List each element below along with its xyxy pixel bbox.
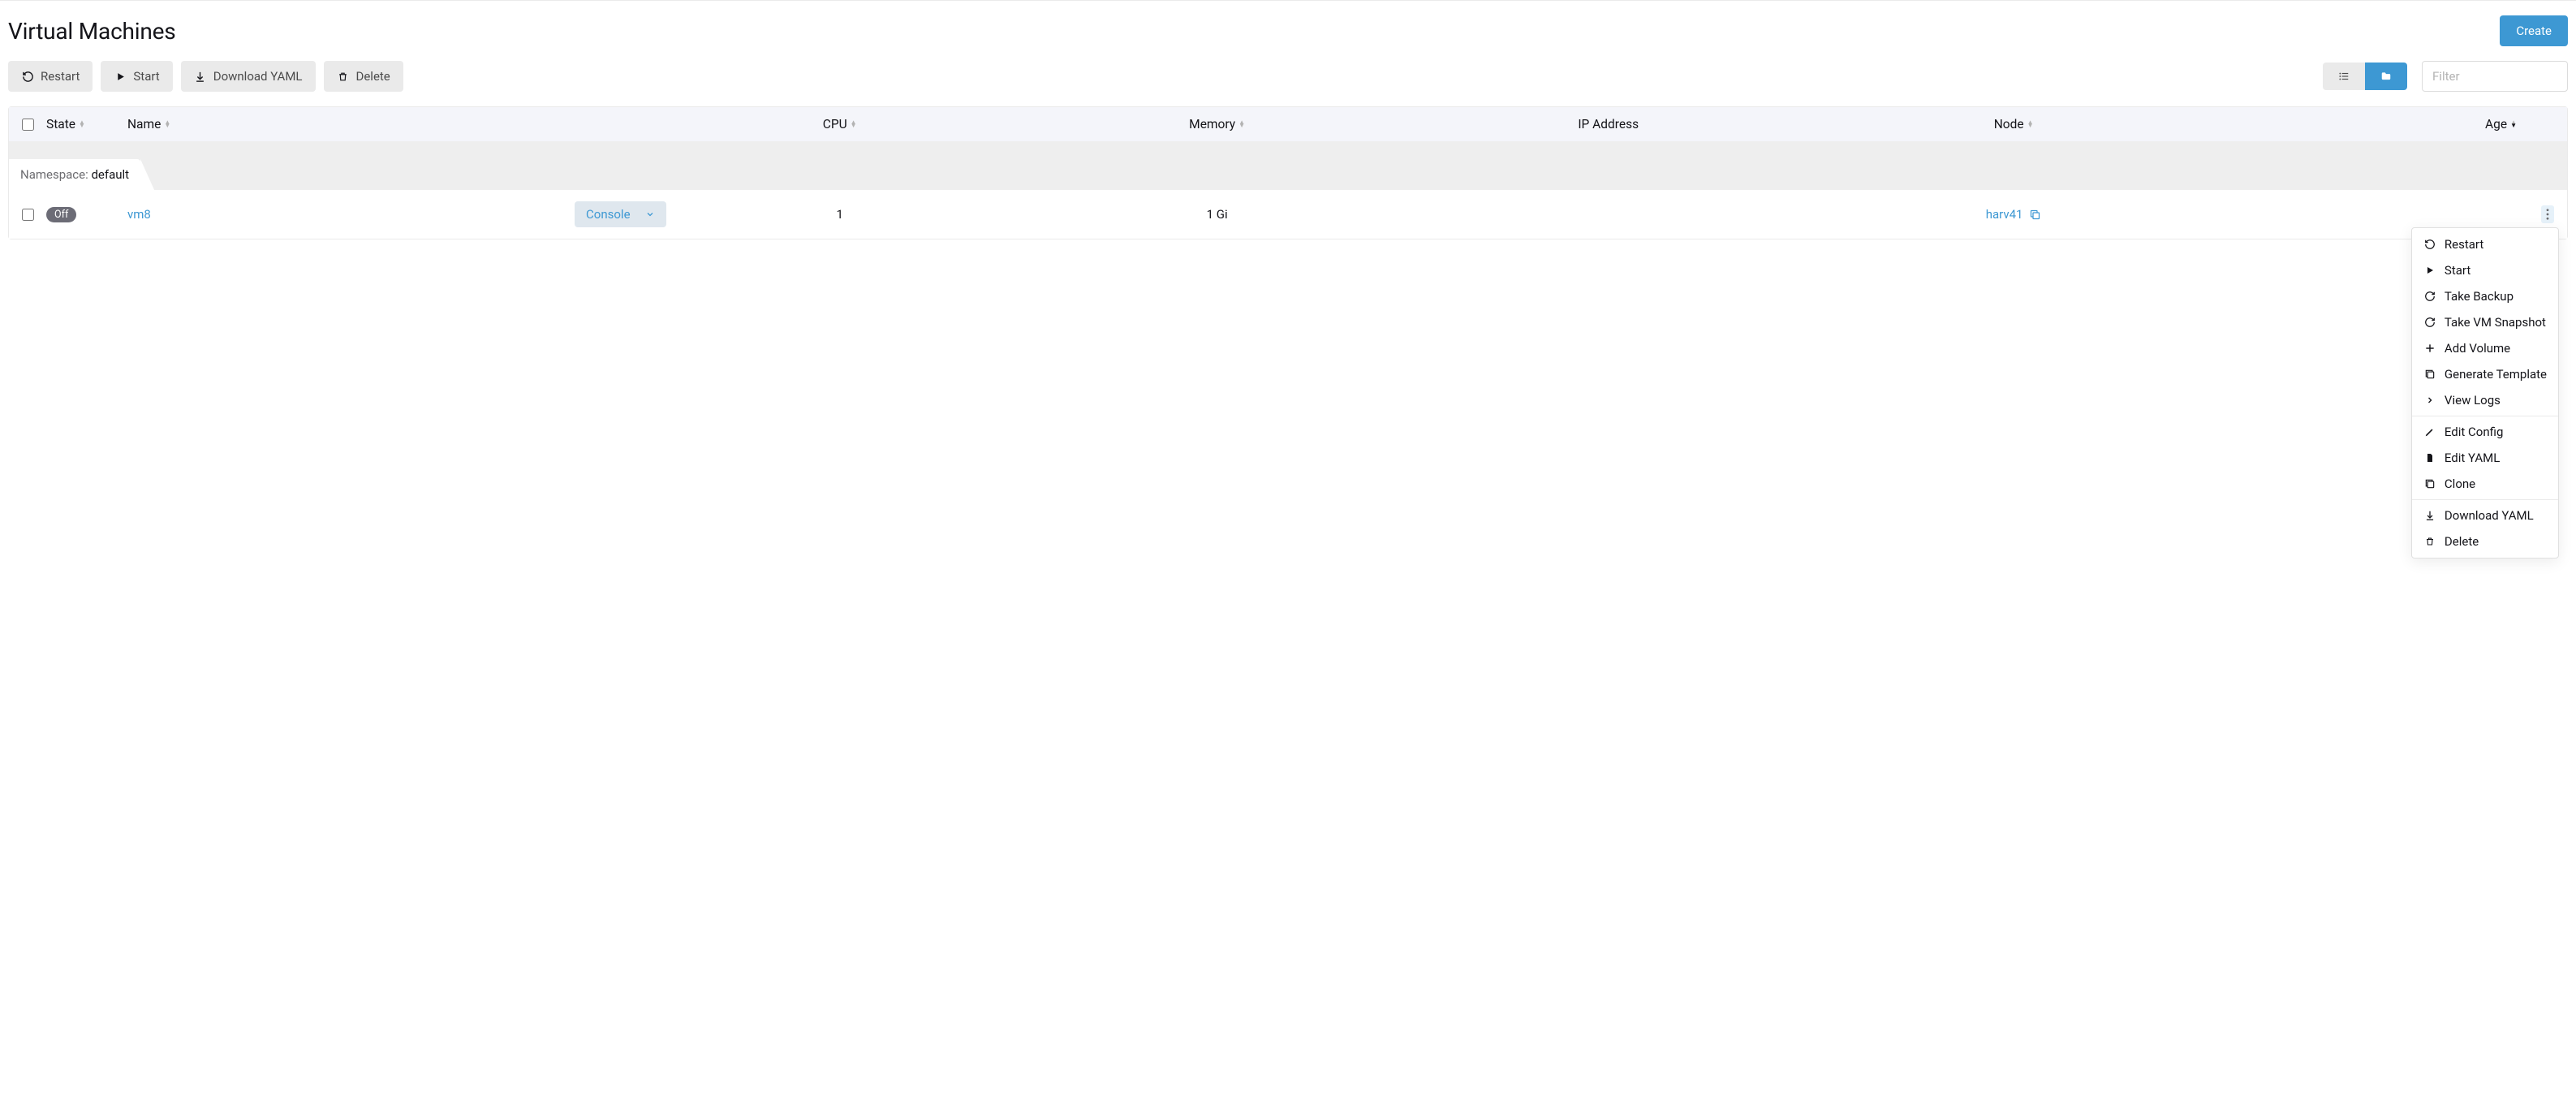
- chevron-down-icon: [645, 209, 655, 219]
- trash-icon: [2423, 536, 2436, 547]
- sort-icon: ▲▼: [79, 121, 85, 127]
- row-checkbox[interactable]: [22, 209, 34, 221]
- menu-take-backup[interactable]: Take Backup: [2412, 283, 2558, 309]
- column-memory[interactable]: Memory ▲▼: [1007, 117, 1427, 132]
- trash-icon: [337, 71, 350, 83]
- list-view-button[interactable]: [2323, 63, 2365, 90]
- column-node[interactable]: Node ▲▼: [1790, 117, 2238, 132]
- backup-icon: [2423, 291, 2436, 302]
- menu-generate-template[interactable]: Generate Template: [2412, 361, 2558, 387]
- download-icon: [194, 71, 207, 83]
- download-yaml-button[interactable]: Download YAML: [181, 61, 316, 92]
- sort-icon: ▲▼: [851, 121, 857, 127]
- list-icon: [2337, 71, 2350, 82]
- plus-icon: [2423, 343, 2436, 354]
- column-cpu[interactable]: CPU ▲▼: [672, 117, 1007, 132]
- play-icon: [114, 71, 127, 82]
- cell-memory: 1 Gi: [1007, 207, 1427, 222]
- copy-icon[interactable]: [2029, 209, 2041, 221]
- page-title: Virtual Machines: [8, 18, 176, 45]
- delete-label: Delete: [356, 69, 390, 84]
- status-badge: Off: [46, 207, 76, 222]
- cell-cpu: 1: [672, 207, 1007, 222]
- chevron-right-icon: [2423, 395, 2436, 405]
- menu-add-volume[interactable]: Add Volume: [2412, 335, 2558, 361]
- restart-button[interactable]: Restart: [8, 61, 93, 92]
- column-ip[interactable]: IP Address: [1427, 117, 1790, 132]
- create-button[interactable]: Create: [2500, 15, 2568, 46]
- start-label: Start: [133, 69, 159, 84]
- column-state[interactable]: State ▲▼: [46, 117, 127, 132]
- column-name[interactable]: Name ▲▼: [127, 117, 575, 132]
- sort-icon: ▲▼: [2027, 121, 2034, 127]
- download-yaml-label: Download YAML: [213, 69, 303, 84]
- menu-restart[interactable]: Restart: [2412, 231, 2558, 257]
- namespace-tab[interactable]: Namespace: default: [9, 159, 140, 190]
- menu-take-snapshot[interactable]: Take VM Snapshot: [2412, 309, 2558, 335]
- view-toggle: [2323, 63, 2407, 90]
- vm-table: State ▲▼ Name ▲▼ CPU ▲▼ Memory ▲▼ IP Add…: [8, 106, 2568, 239]
- table-row: Off vm8 Console 1 1 Gi harv41: [9, 190, 2567, 239]
- pencil-icon: [2423, 426, 2436, 438]
- restart-icon: [2423, 239, 2436, 250]
- sort-icon: ▲▼: [2510, 121, 2517, 127]
- start-button[interactable]: Start: [101, 61, 172, 92]
- sort-icon: ▲▼: [1238, 121, 1245, 127]
- menu-divider: [2412, 499, 2558, 500]
- folder-view-button[interactable]: [2365, 63, 2407, 90]
- row-action-menu: Restart Start Take Backup Take VM Snapsh…: [2411, 227, 2559, 558]
- console-label: Console: [586, 207, 631, 222]
- vm-name-link[interactable]: vm8: [127, 207, 151, 222]
- menu-clone[interactable]: Clone: [2412, 471, 2558, 497]
- column-age[interactable]: Age ▲▼: [2238, 117, 2522, 132]
- snapshot-icon: [2423, 317, 2436, 328]
- clone-icon: [2423, 478, 2436, 489]
- console-button[interactable]: Console: [575, 201, 666, 227]
- row-menu-button[interactable]: [2541, 205, 2554, 223]
- restart-label: Restart: [41, 69, 80, 84]
- filter-input[interactable]: [2422, 61, 2568, 92]
- node-link[interactable]: harv41: [1986, 207, 2023, 222]
- download-icon: [2423, 510, 2436, 521]
- sort-icon: ▲▼: [164, 121, 170, 127]
- restart-icon: [21, 71, 34, 83]
- menu-delete[interactable]: Delete: [2412, 528, 2558, 554]
- menu-start[interactable]: Start: [2412, 257, 2558, 283]
- select-all-checkbox[interactable]: [22, 119, 34, 131]
- menu-view-logs[interactable]: View Logs: [2412, 387, 2558, 413]
- namespace-label: Namespace:: [20, 167, 91, 182]
- template-icon: [2423, 369, 2436, 380]
- menu-edit-yaml[interactable]: Edit YAML: [2412, 445, 2558, 471]
- play-icon: [2423, 265, 2436, 275]
- delete-button[interactable]: Delete: [324, 61, 403, 92]
- folder-icon: [2380, 71, 2393, 82]
- menu-download-yaml[interactable]: Download YAML: [2412, 502, 2558, 528]
- group-band: [9, 141, 2567, 159]
- file-icon: [2423, 452, 2436, 464]
- menu-edit-config[interactable]: Edit Config: [2412, 419, 2558, 445]
- namespace-value: default: [91, 167, 129, 182]
